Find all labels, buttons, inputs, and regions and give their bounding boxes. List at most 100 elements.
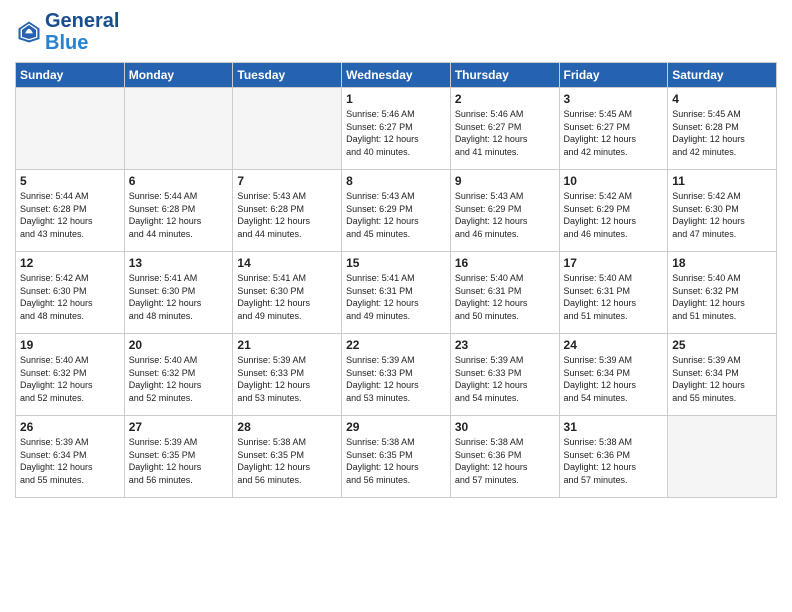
calendar-day: 9 Sunrise: 5:43 AM Sunset: 6:29 PM Daylig… [450, 170, 559, 252]
day-info: Sunrise: 5:43 AM Sunset: 6:29 PM Dayligh… [346, 190, 446, 240]
calendar-day: 18 Sunrise: 5:40 AM Sunset: 6:32 PM Dayli… [668, 252, 777, 334]
day-info: Sunrise: 5:40 AM Sunset: 6:32 PM Dayligh… [20, 354, 120, 404]
header-row: Sunday Monday Tuesday Wednesday Thursday… [16, 63, 777, 88]
header: General Blue [15, 10, 777, 54]
calendar-day: 26 Sunrise: 5:39 AM Sunset: 6:34 PM Dayli… [16, 416, 125, 498]
day-number: 14 [237, 256, 337, 270]
day-number: 1 [346, 92, 446, 106]
col-saturday: Saturday [668, 63, 777, 88]
calendar-day [124, 88, 233, 170]
day-number: 16 [455, 256, 555, 270]
day-number: 26 [20, 420, 120, 434]
day-info: Sunrise: 5:44 AM Sunset: 6:28 PM Dayligh… [129, 190, 229, 240]
day-number: 21 [237, 338, 337, 352]
day-info: Sunrise: 5:41 AM Sunset: 6:30 PM Dayligh… [129, 272, 229, 322]
calendar-day: 8 Sunrise: 5:43 AM Sunset: 6:29 PM Daylig… [342, 170, 451, 252]
logo: General Blue [15, 10, 119, 54]
day-number: 23 [455, 338, 555, 352]
calendar-body: 1 Sunrise: 5:46 AM Sunset: 6:27 PM Daylig… [16, 88, 777, 498]
calendar-day: 15Sunrise: 5:41 AM Sunset: 6:31 PM Dayli… [342, 252, 451, 334]
calendar-day: 30Sunrise: 5:38 AM Sunset: 6:36 PM Dayli… [450, 416, 559, 498]
day-number: 2 [455, 92, 555, 106]
day-number: 5 [20, 174, 120, 188]
day-info: Sunrise: 5:39 AM Sunset: 6:34 PM Dayligh… [20, 436, 120, 486]
calendar-table: Sunday Monday Tuesday Wednesday Thursday… [15, 62, 777, 498]
day-number: 8 [346, 174, 446, 188]
calendar-day: 7Sunrise: 5:43 AM Sunset: 6:28 PM Daylig… [233, 170, 342, 252]
day-info: Sunrise: 5:39 AM Sunset: 6:33 PM Dayligh… [455, 354, 555, 404]
day-info: Sunrise: 5:38 AM Sunset: 6:36 PM Dayligh… [564, 436, 664, 486]
calendar-day: 17Sunrise: 5:40 AM Sunset: 6:31 PM Dayli… [559, 252, 668, 334]
day-number: 18 [672, 256, 772, 270]
calendar-day: 27 Sunrise: 5:39 AM Sunset: 6:35 PM Dayli… [124, 416, 233, 498]
day-number: 11 [672, 174, 772, 188]
day-number: 6 [129, 174, 229, 188]
day-info: Sunrise: 5:41 AM Sunset: 6:30 PM Dayligh… [237, 272, 337, 322]
calendar-day: 19 Sunrise: 5:40 AM Sunset: 6:32 PM Dayli… [16, 334, 125, 416]
day-number: 19 [20, 338, 120, 352]
calendar-week-5: 26 Sunrise: 5:39 AM Sunset: 6:34 PM Dayli… [16, 416, 777, 498]
day-number: 9 [455, 174, 555, 188]
day-number: 29 [346, 420, 446, 434]
calendar-day: 11 Sunrise: 5:42 AM Sunset: 6:30 PM Dayli… [668, 170, 777, 252]
day-info: Sunrise: 5:42 AM Sunset: 6:29 PM Dayligh… [564, 190, 664, 240]
day-number: 13 [129, 256, 229, 270]
calendar-day: 1 Sunrise: 5:46 AM Sunset: 6:27 PM Daylig… [342, 88, 451, 170]
calendar-day: 23 Sunrise: 5:39 AM Sunset: 6:33 PM Dayli… [450, 334, 559, 416]
calendar-week-3: 12Sunrise: 5:42 AM Sunset: 6:30 PM Dayli… [16, 252, 777, 334]
calendar-day: 31 Sunrise: 5:38 AM Sunset: 6:36 PM Dayli… [559, 416, 668, 498]
col-wednesday: Wednesday [342, 63, 451, 88]
calendar-day: 4 Sunrise: 5:45 AM Sunset: 6:28 PM Daylig… [668, 88, 777, 170]
day-info: Sunrise: 5:40 AM Sunset: 6:32 PM Dayligh… [672, 272, 772, 322]
day-number: 30 [455, 420, 555, 434]
day-info: Sunrise: 5:45 AM Sunset: 6:28 PM Dayligh… [672, 108, 772, 158]
calendar-day: 29Sunrise: 5:38 AM Sunset: 6:35 PM Dayli… [342, 416, 451, 498]
day-info: Sunrise: 5:43 AM Sunset: 6:29 PM Dayligh… [455, 190, 555, 240]
calendar-day: 16 Sunrise: 5:40 AM Sunset: 6:31 PM Dayli… [450, 252, 559, 334]
calendar-day [233, 88, 342, 170]
logo-icon [15, 18, 43, 46]
calendar-day: 25Sunrise: 5:39 AM Sunset: 6:34 PM Dayli… [668, 334, 777, 416]
day-number: 27 [129, 420, 229, 434]
day-info: Sunrise: 5:46 AM Sunset: 6:27 PM Dayligh… [346, 108, 446, 158]
main-container: General Blue Sunday Monday Tuesday Wedne… [0, 0, 792, 508]
calendar-day: 10Sunrise: 5:42 AM Sunset: 6:29 PM Dayli… [559, 170, 668, 252]
calendar-day [16, 88, 125, 170]
calendar-day: 2Sunrise: 5:46 AM Sunset: 6:27 PM Daylig… [450, 88, 559, 170]
day-number: 28 [237, 420, 337, 434]
day-info: Sunrise: 5:40 AM Sunset: 6:31 PM Dayligh… [455, 272, 555, 322]
calendar-day [668, 416, 777, 498]
calendar-day: 22Sunrise: 5:39 AM Sunset: 6:33 PM Dayli… [342, 334, 451, 416]
day-number: 15 [346, 256, 446, 270]
day-number: 4 [672, 92, 772, 106]
day-info: Sunrise: 5:45 AM Sunset: 6:27 PM Dayligh… [564, 108, 664, 158]
calendar-day: 3 Sunrise: 5:45 AM Sunset: 6:27 PM Daylig… [559, 88, 668, 170]
calendar-day: 13 Sunrise: 5:41 AM Sunset: 6:30 PM Dayli… [124, 252, 233, 334]
calendar-day: 21Sunrise: 5:39 AM Sunset: 6:33 PM Dayli… [233, 334, 342, 416]
day-info: Sunrise: 5:40 AM Sunset: 6:32 PM Dayligh… [129, 354, 229, 404]
logo-general: General [45, 10, 119, 32]
day-info: Sunrise: 5:42 AM Sunset: 6:30 PM Dayligh… [672, 190, 772, 240]
day-info: Sunrise: 5:38 AM Sunset: 6:35 PM Dayligh… [237, 436, 337, 486]
day-info: Sunrise: 5:39 AM Sunset: 6:35 PM Dayligh… [129, 436, 229, 486]
day-number: 31 [564, 420, 664, 434]
day-info: Sunrise: 5:39 AM Sunset: 6:34 PM Dayligh… [672, 354, 772, 404]
col-tuesday: Tuesday [233, 63, 342, 88]
day-info: Sunrise: 5:43 AM Sunset: 6:28 PM Dayligh… [237, 190, 337, 240]
day-info: Sunrise: 5:39 AM Sunset: 6:34 PM Dayligh… [564, 354, 664, 404]
calendar-day: 6 Sunrise: 5:44 AM Sunset: 6:28 PM Daylig… [124, 170, 233, 252]
calendar-week-1: 1 Sunrise: 5:46 AM Sunset: 6:27 PM Daylig… [16, 88, 777, 170]
logo-text-block: General Blue [45, 10, 119, 54]
col-sunday: Sunday [16, 63, 125, 88]
calendar-day: 14 Sunrise: 5:41 AM Sunset: 6:30 PM Dayli… [233, 252, 342, 334]
calendar-day: 20Sunrise: 5:40 AM Sunset: 6:32 PM Dayli… [124, 334, 233, 416]
logo-blue: Blue [45, 32, 119, 54]
col-monday: Monday [124, 63, 233, 88]
calendar-week-2: 5 Sunrise: 5:44 AM Sunset: 6:28 PM Daylig… [16, 170, 777, 252]
calendar-day: 5Sunrise: 5:44 AM Sunset: 6:28 PM Daylig… [16, 170, 125, 252]
day-number: 3 [564, 92, 664, 106]
col-thursday: Thursday [450, 63, 559, 88]
day-info: Sunrise: 5:40 AM Sunset: 6:31 PM Dayligh… [564, 272, 664, 322]
day-number: 24 [564, 338, 664, 352]
calendar-header: Sunday Monday Tuesday Wednesday Thursday… [16, 63, 777, 88]
